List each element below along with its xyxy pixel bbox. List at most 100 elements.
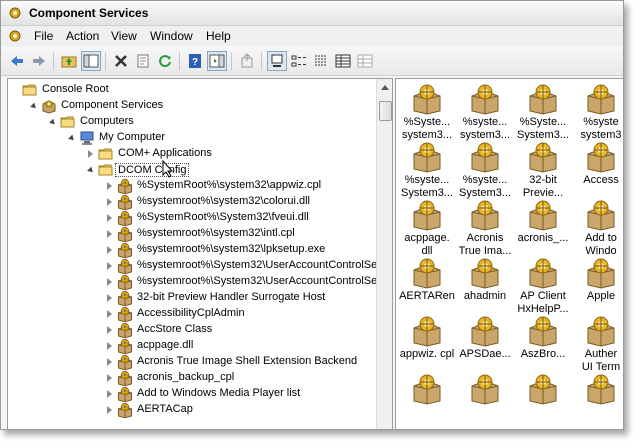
- tree-node[interactable]: 32-bit Preview Handler Surrogate Host: [8, 290, 376, 307]
- tree-node[interactable]: %systemroot%\system32\intl.cpl: [8, 226, 376, 243]
- tree-node[interactable]: %systemroot%\System32\UserAccountControl…: [8, 274, 383, 291]
- refresh-button[interactable]: [155, 51, 175, 71]
- list-item[interactable]: ahadmin: [452, 257, 518, 317]
- menu-help[interactable]: Help: [206, 29, 231, 43]
- menu-action[interactable]: Action: [66, 29, 99, 43]
- menu-window[interactable]: Window: [150, 29, 193, 43]
- tree-node[interactable]: Add to Windows Media Player list: [8, 386, 376, 403]
- tree-node-label: Console Root: [42, 83, 109, 95]
- back-button[interactable]: [7, 51, 27, 71]
- forward-button[interactable]: [29, 51, 49, 71]
- tree-vertical-scrollbar[interactable]: [376, 79, 392, 429]
- list-item[interactable]: [568, 373, 623, 429]
- list-item[interactable]: APSDae...: [452, 315, 518, 375]
- list-item[interactable]: %Syste... System3...: [510, 83, 576, 143]
- expand-arrow-icon[interactable]: [107, 214, 112, 222]
- expand-arrow-icon[interactable]: [107, 310, 112, 318]
- details-view-button[interactable]: [333, 51, 353, 71]
- list-item[interactable]: %syste... system3...: [452, 83, 518, 143]
- tree-node-label: %systemroot%\system32\lpksetup.exe: [137, 243, 326, 255]
- properties-button[interactable]: [133, 51, 153, 71]
- list-item[interactable]: Acronis True Ima...: [452, 199, 518, 259]
- list-item[interactable]: %syste system3: [568, 83, 623, 143]
- console-tree-pane[interactable]: Console Root Component Services Computers M…: [7, 78, 393, 429]
- small-icons-view-button[interactable]: [289, 51, 309, 71]
- expand-arrow-icon[interactable]: [107, 342, 112, 350]
- show-hide-action-pane-button[interactable]: [207, 51, 227, 71]
- list-item[interactable]: Access: [568, 141, 623, 201]
- tree-node[interactable]: %systemroot%\System32\UserAccountControl…: [8, 258, 383, 275]
- large-icons-view-button[interactable]: [267, 51, 287, 71]
- tree-node[interactable]: Acronis True Image Shell Extension Backe…: [8, 354, 376, 371]
- list-item[interactable]: %syste... System3...: [396, 141, 460, 201]
- expand-arrow-icon[interactable]: [107, 358, 112, 366]
- list-item[interactable]: acppage. dll: [396, 199, 460, 259]
- tree-node[interactable]: acppage.dll: [8, 338, 376, 355]
- list-item[interactable]: AERTARen: [396, 257, 460, 317]
- collapse-arrow-icon[interactable]: [49, 118, 57, 127]
- tree-node[interactable]: %systemroot%\system32\lpksetup.exe: [8, 242, 376, 259]
- list-item[interactable]: [396, 373, 460, 429]
- list-item[interactable]: Auther UI Term: [568, 315, 623, 375]
- expand-arrow-icon[interactable]: [107, 374, 112, 382]
- expand-arrow-icon[interactable]: [88, 150, 93, 158]
- list-item[interactable]: %Syste... system3...: [396, 83, 460, 143]
- expand-arrow-icon[interactable]: [107, 246, 112, 254]
- list-item[interactable]: AP Client HxHelpP...: [510, 257, 576, 317]
- menu-view[interactable]: View: [111, 29, 137, 43]
- list-item[interactable]: AszBro...: [510, 315, 576, 375]
- com-component-icon: [529, 374, 557, 405]
- expand-arrow-icon[interactable]: [107, 230, 112, 238]
- tree-node[interactable]: %systemroot%\system32\colorui.dll: [8, 194, 376, 211]
- results-list-pane[interactable]: %Syste... system3... %syste... system3... %S…: [395, 78, 623, 429]
- list-item[interactable]: Apple: [568, 257, 623, 317]
- up-one-level-button[interactable]: [59, 51, 79, 71]
- expand-arrow-icon[interactable]: [107, 406, 112, 414]
- title-bar[interactable]: Component Services: [1, 1, 623, 26]
- tree-node[interactable]: AccessibilityCplAdmin: [8, 306, 376, 323]
- help-button[interactable]: ?: [185, 51, 205, 71]
- scroll-up-arrow-icon[interactable]: [381, 85, 389, 90]
- tree-node[interactable]: Component Services: [8, 98, 376, 114]
- scroll-thumb[interactable]: [379, 101, 392, 121]
- list-item-label: Apple: [586, 290, 616, 302]
- show-hide-console-tree-button[interactable]: [81, 51, 101, 71]
- tree-node[interactable]: My Computer: [8, 130, 376, 146]
- menu-file[interactable]: File: [34, 29, 53, 43]
- tree-node[interactable]: Computers: [8, 114, 376, 130]
- collapse-arrow-icon[interactable]: [68, 134, 76, 143]
- list-item[interactable]: [452, 373, 518, 429]
- tree-node[interactable]: AccStore Class: [8, 322, 376, 339]
- status-view-button[interactable]: [355, 51, 375, 71]
- collapse-arrow-icon[interactable]: [30, 102, 38, 111]
- expand-arrow-icon[interactable]: [107, 262, 112, 270]
- export-list-button[interactable]: [237, 51, 257, 71]
- expand-arrow-icon[interactable]: [107, 278, 112, 286]
- app-menu-icon[interactable]: [7, 28, 23, 44]
- expand-arrow-icon[interactable]: [107, 182, 112, 190]
- list-item[interactable]: Add to Windo: [568, 199, 623, 259]
- tree-node[interactable]: %SystemRoot%\System32\fveui.dll: [8, 210, 376, 227]
- component-icon: [117, 370, 133, 387]
- list-item[interactable]: 32-bit Previe...: [510, 141, 576, 201]
- tree-node-label: COM+ Applications: [118, 147, 212, 159]
- expand-arrow-icon[interactable]: [107, 294, 112, 302]
- list-item[interactable]: acronis_...: [510, 199, 576, 259]
- list-item[interactable]: appwiz. cpl: [396, 315, 460, 375]
- list-item[interactable]: %syste... System3...: [452, 141, 518, 201]
- list-item[interactable]: [510, 373, 576, 429]
- tree-node[interactable]: %SystemRoot%\system32\appwiz.cpl: [8, 178, 376, 195]
- tree-node[interactable]: Console Root: [8, 82, 376, 98]
- tree-node[interactable]: AERTACap: [8, 402, 376, 419]
- collapse-arrow-icon[interactable]: [87, 166, 95, 175]
- tree-node[interactable]: acronis_backup_cpl: [8, 370, 376, 387]
- expand-arrow-icon[interactable]: [107, 390, 112, 398]
- com-component-icon: [413, 84, 441, 115]
- large-icons-icon: [271, 54, 283, 67]
- list-view-button[interactable]: [311, 51, 331, 71]
- tree-node[interactable]: COM+ Applications: [8, 146, 376, 162]
- delete-button[interactable]: [111, 51, 131, 71]
- expand-arrow-icon[interactable]: [107, 326, 112, 334]
- tree-node[interactable]: DCOM Config: [8, 162, 376, 178]
- expand-arrow-icon[interactable]: [107, 198, 112, 206]
